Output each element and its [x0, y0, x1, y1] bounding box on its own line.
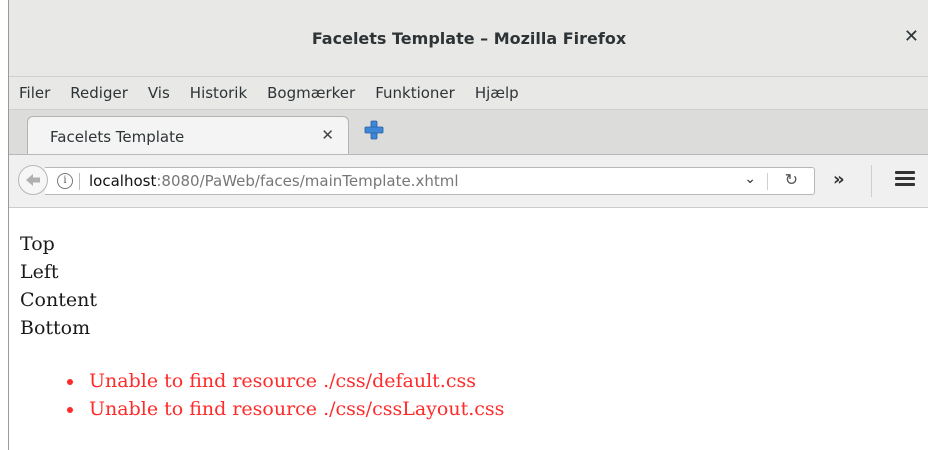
- text-bottom: Bottom: [20, 317, 91, 339]
- menu-filer[interactable]: Filer: [19, 84, 50, 102]
- close-icon[interactable]: ✕: [904, 26, 919, 47]
- info-icon[interactable]: i: [57, 173, 73, 189]
- error-message: Unable to find resource ./css/default.cs…: [65, 367, 504, 395]
- text-left: Left: [20, 261, 59, 283]
- toolbar-separator: [871, 165, 872, 197]
- url-separator: [79, 173, 80, 190]
- error-message: Unable to find resource ./css/cssLayout.…: [65, 395, 504, 423]
- text-content: Content: [20, 289, 97, 311]
- plus-icon[interactable]: [363, 119, 385, 141]
- tab-label: Facelets Template: [50, 128, 185, 146]
- overflow-chevrons-icon[interactable]: »: [833, 169, 845, 190]
- url-text[interactable]: localhost:8080/PaWeb/faces/mainTemplate.…: [89, 172, 459, 190]
- text-top: Top: [20, 233, 55, 255]
- hamburger-menu-icon[interactable]: [895, 171, 915, 187]
- chevron-down-icon[interactable]: ⌄: [744, 171, 756, 187]
- reload-icon[interactable]: ↻: [785, 170, 798, 189]
- url-bar[interactable]: i localhost:8080/PaWeb/faces/mainTemplat…: [45, 167, 815, 195]
- tab-facelets-template[interactable]: Facelets Template ✕: [27, 116, 349, 154]
- page-content: Top Left Content Bottom: [20, 230, 97, 342]
- menu-rediger[interactable]: Rediger: [70, 84, 128, 102]
- back-arrow-icon: [26, 174, 40, 186]
- menu-bogmaerker[interactable]: Bogmærker: [267, 84, 355, 102]
- menu-bar: Filer Rediger Vis Historik Bogmærker Fun…: [9, 77, 928, 110]
- window-title: Facelets Template – Mozilla Firefox: [311, 29, 627, 48]
- menu-funktioner[interactable]: Funktioner: [375, 84, 455, 102]
- url-separator-right: [767, 173, 768, 190]
- url-path: :8080/PaWeb/faces/mainTemplate.xhtml: [156, 172, 459, 190]
- tab-close-icon[interactable]: ✕: [321, 126, 334, 144]
- url-host: localhost: [89, 172, 157, 190]
- navigation-bar: i localhost:8080/PaWeb/faces/mainTemplat…: [9, 155, 928, 208]
- title-bar: Facelets Template – Mozilla Firefox ✕: [9, 0, 928, 77]
- menu-historik[interactable]: Historik: [190, 84, 247, 102]
- tab-strip: Facelets Template ✕: [9, 110, 928, 155]
- browser-window: Facelets Template – Mozilla Firefox ✕ Fi…: [8, 0, 928, 450]
- back-button[interactable]: [18, 165, 48, 195]
- menu-hjaelp[interactable]: Hjælp: [475, 84, 519, 102]
- error-list: Unable to find resource ./css/default.cs…: [65, 367, 504, 423]
- menu-vis[interactable]: Vis: [148, 84, 170, 102]
